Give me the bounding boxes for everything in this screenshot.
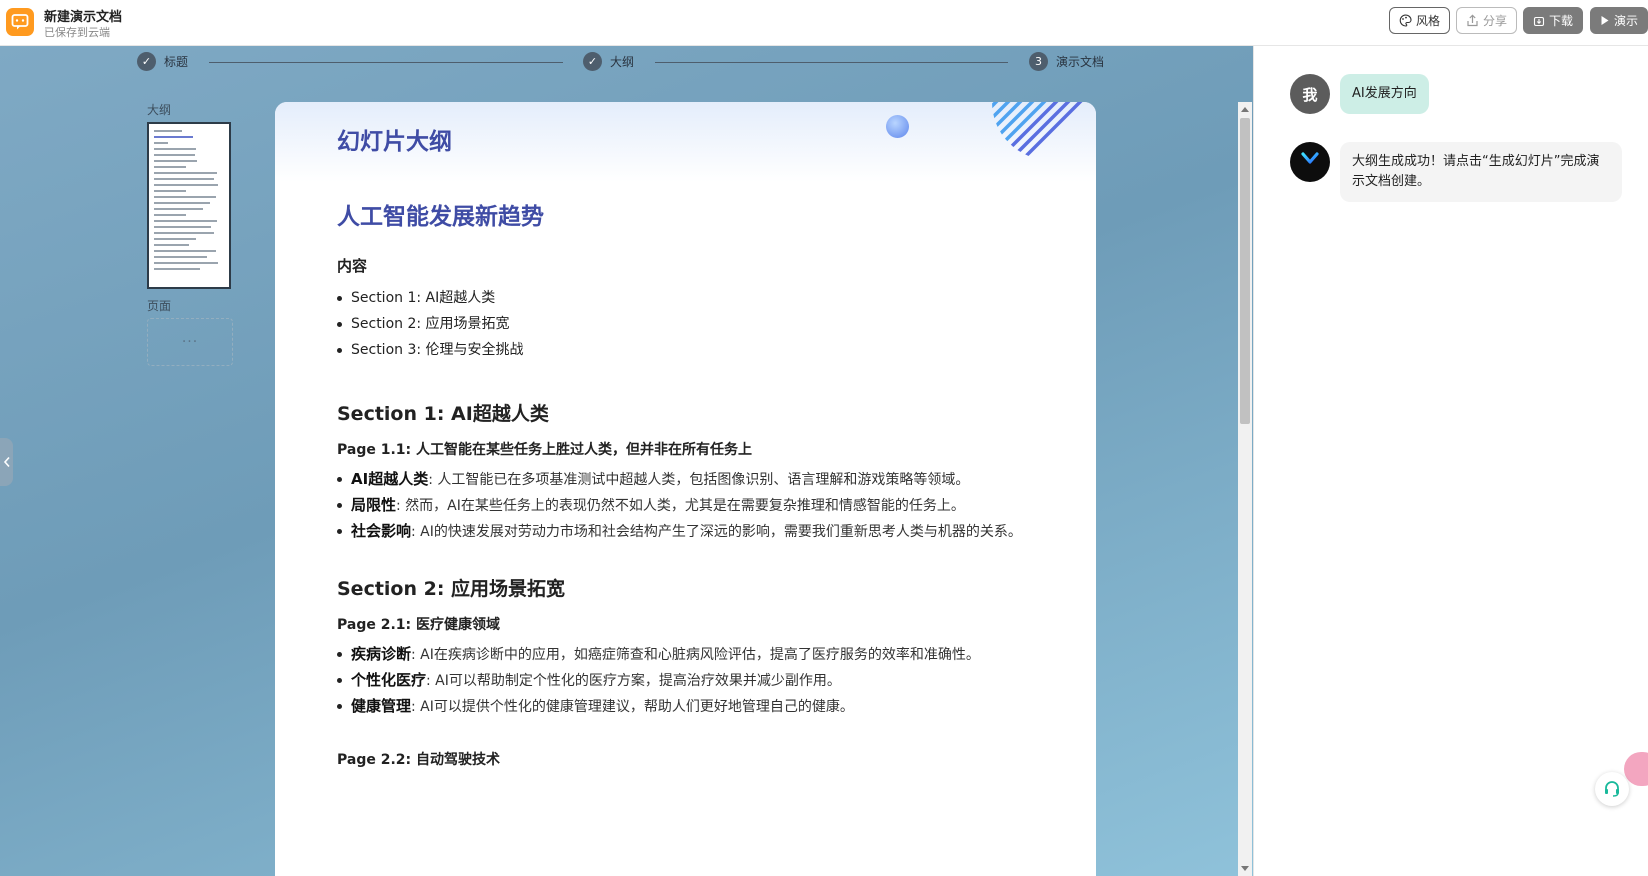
- style-button-label: 风格: [1416, 14, 1441, 28]
- download-icon: [1533, 16, 1545, 26]
- bullet-item: 疾病诊断: AI在疾病诊断中的应用，如癌症筛查和心脏病风险评估，提高了医疗服务的…: [337, 643, 1037, 667]
- toc-list: Section 1: AI超越人类 Section 2: 应用场景拓宽 Sect…: [337, 285, 1037, 363]
- bullet-text: : 人工智能已在多项基准测试中超越人类，包括图像识别、语言理解和游戏策略等领域。: [428, 472, 970, 488]
- bullet-term: 疾病诊断: [351, 645, 412, 663]
- slide-content: 人工智能发展新趋势 内容 Section 1: AI超越人类 Section 2…: [337, 197, 1037, 778]
- step-divider: [209, 62, 563, 63]
- scroll-up-arrow-icon[interactable]: [1241, 107, 1249, 112]
- scroll-down-arrow-icon[interactable]: [1241, 866, 1249, 871]
- page-heading: Page 1.1: 人工智能在某些任务上胜过人类，但并非在所有任务上: [337, 442, 752, 458]
- top-bar: 新建演示文档 已保存到云端 风格 分享 下载 演示: [0, 0, 1648, 46]
- page-heading: Page 2.2: 自动驾驶技术: [337, 752, 500, 768]
- present-button[interactable]: 演示: [1590, 7, 1648, 34]
- bullet-term: AI超越人类: [351, 470, 429, 488]
- outline-thumbnail[interactable]: [147, 122, 231, 289]
- outline-panel-label: 大纲: [147, 103, 172, 117]
- section-heading: Section 2: 应用场景拓宽: [337, 578, 566, 600]
- step-number: 3: [1029, 52, 1048, 71]
- step-outline[interactable]: ✓ 大纲: [583, 52, 634, 71]
- assistant-logo-icon: [1301, 152, 1319, 172]
- bullet-text: : AI在疾病诊断中的应用，如癌症筛查和心脏病风险评估，提高了医疗服务的效率和准…: [411, 647, 980, 663]
- bullet-term: 社会影响: [351, 522, 412, 540]
- bullet-text: : AI可以提供个性化的健康管理建议，帮助人们更好地管理自己的健康。: [411, 699, 854, 715]
- bullet-item: 个性化医疗: AI可以帮助制定个性化的医疗方案，提高治疗效果并减少副作用。: [337, 669, 1037, 693]
- step-outline-label: 大纲: [610, 55, 635, 69]
- decorative-orb: [886, 115, 909, 138]
- bullet-item: 局限性: 然而，AI在某些任务上的表现仍然不如人类，尤其是在需要复杂推理和情感智…: [337, 494, 1037, 518]
- bullet-text: : AI可以帮助制定个性化的医疗方案，提高治疗效果并减少副作用。: [426, 673, 841, 689]
- chat-bubble-icon: [11, 14, 29, 30]
- download-button[interactable]: 下载: [1523, 7, 1584, 34]
- collapse-panel-button[interactable]: [0, 438, 13, 486]
- toc-item: Section 1: AI超越人类: [337, 285, 1037, 311]
- user-avatar: 我: [1290, 74, 1330, 114]
- play-icon: [1601, 16, 1609, 25]
- pages-panel-label: 页面: [147, 299, 172, 313]
- scrollbar-thumb[interactable]: [1240, 118, 1250, 424]
- chat-panel: 我 AI发展方向 大纲生成成功！请点击“生成幻灯片”完成演示文档创建。: [1253, 46, 1648, 876]
- customer-service-button[interactable]: [1595, 772, 1629, 806]
- palette-icon: [1399, 14, 1412, 27]
- presentation-title: 人工智能发展新趋势: [337, 204, 544, 230]
- assistant-avatar: [1290, 142, 1330, 182]
- toc-item: Section 2: 应用场景拓宽: [337, 311, 1037, 337]
- check-icon: ✓: [137, 52, 156, 71]
- document-title[interactable]: 新建演示文档: [44, 6, 122, 25]
- toc-item: Section 3: 伦理与安全挑战: [337, 337, 1037, 363]
- bullet-item: 社会影响: AI的快速发展对劳动力市场和社会结构产生了深远的影响，需要我们重新思…: [337, 520, 1037, 544]
- bullet-term: 个性化医疗: [351, 671, 427, 689]
- slide-canvas[interactable]: 幻灯片大纲 人工智能发展新趋势 内容 Section 1: AI超越人类 Sec…: [275, 102, 1096, 876]
- bullet-text: : AI的快速发展对劳动力市场和社会结构产生了深远的影响，需要我们重新思考人类与…: [411, 524, 1022, 540]
- share-upload-icon: [1467, 14, 1478, 27]
- page-heading: Page 2.1: 医疗健康领域: [337, 617, 500, 633]
- present-button-label: 演示: [1614, 14, 1639, 28]
- bullet-term: 局限性: [351, 496, 397, 514]
- check-icon: ✓: [583, 52, 602, 71]
- section-heading: Section 1: AI超越人类: [337, 403, 549, 425]
- step-divider: [655, 62, 1008, 63]
- bullet-list: 疾病诊断: AI在疾病诊断中的应用，如癌症筛查和心脏病风险评估，提高了医疗服务的…: [337, 643, 1037, 719]
- editor-area: ✓ 标题 ✓ 大纲 3 演示文档 大纲 页面 ··· 幻灯片大纲 人工智能发展新…: [0, 46, 1253, 876]
- save-status: 已保存到云端: [44, 26, 110, 39]
- page-placeholder[interactable]: ···: [147, 318, 233, 366]
- step-title-label: 标题: [164, 55, 189, 69]
- chevron-left-icon: [3, 456, 10, 468]
- download-button-label: 下载: [1549, 14, 1574, 28]
- step-title[interactable]: ✓ 标题: [137, 52, 188, 71]
- share-button-label: 分享: [1483, 14, 1508, 28]
- headset-icon: [1605, 781, 1619, 797]
- progress-stepper: ✓ 标题 ✓ 大纲 3 演示文档: [0, 46, 1253, 78]
- slide-header-title: 幻灯片大纲: [337, 129, 452, 155]
- style-button[interactable]: 风格: [1389, 7, 1451, 34]
- toc-heading: 内容: [337, 257, 368, 275]
- decorative-stripes: [992, 102, 1096, 160]
- bullet-item: AI超越人类: 人工智能已在多项基准测试中超越人类，包括图像识别、语言理解和游戏…: [337, 468, 1037, 492]
- app-logo[interactable]: [6, 8, 34, 36]
- step-presentation-label: 演示文档: [1056, 55, 1105, 69]
- slide-scrollbar[interactable]: [1238, 102, 1252, 876]
- bullet-list: AI超越人类: 人工智能已在多项基准测试中超越人类，包括图像识别、语言理解和游戏…: [337, 468, 1037, 544]
- assistant-message: 大纲生成成功！请点击“生成幻灯片”完成演示文档创建。: [1340, 142, 1622, 202]
- user-message: AI发展方向: [1340, 74, 1429, 114]
- bullet-item: 健康管理: AI可以提供个性化的健康管理建议，帮助人们更好地管理自己的健康。: [337, 695, 1037, 719]
- bullet-text: : 然而，AI在某些任务上的表现仍然不如人类，尤其是在需要复杂推理和情感智能的任…: [396, 498, 965, 514]
- bullet-term: 健康管理: [351, 697, 412, 715]
- step-presentation[interactable]: 3 演示文档: [1029, 52, 1104, 71]
- share-button[interactable]: 分享: [1456, 7, 1518, 34]
